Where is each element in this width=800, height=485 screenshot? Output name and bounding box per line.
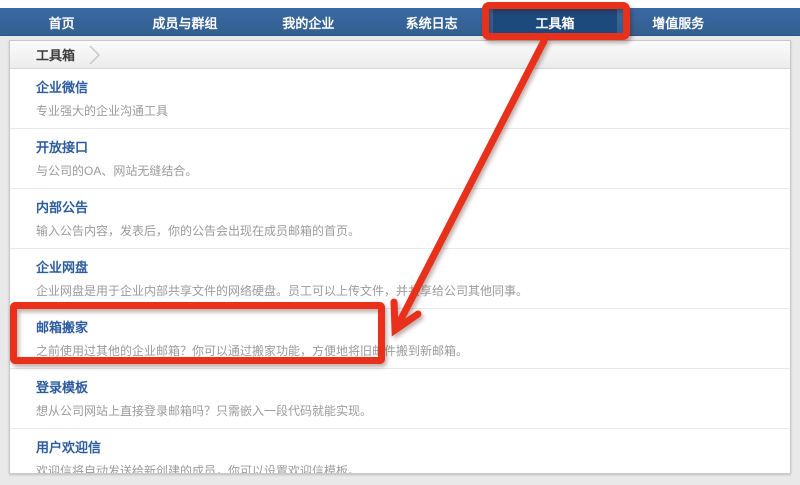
- tool-item-welcome-letter: 用户欢迎信 欢迎信将自动发送给新创建的成员，你可以设置欢迎信模板。: [10, 429, 790, 474]
- tool-desc: 想从公司网站上直接登录邮箱吗？只需嵌入一段代码就能实现。: [36, 404, 790, 418]
- nav-items-container: 首页 成员与群组 我的企业 系统日志 工具箱 增值服务: [0, 8, 740, 36]
- tool-link-login-template[interactable]: 登录模板: [36, 380, 88, 395]
- chevron-right-icon: [89, 45, 101, 65]
- tool-desc: 与公司的OA、网站无缝结合。: [36, 164, 790, 178]
- nav-item-toolbox[interactable]: 工具箱: [493, 8, 616, 36]
- nav-item-home[interactable]: 首页: [0, 8, 123, 36]
- tool-item-internal-announcement: 内部公告 输入公告内容，发表后，你的公告会出现在成员邮箱的首页。: [10, 189, 790, 249]
- tool-desc: 专业强大的企业沟通工具: [36, 104, 790, 118]
- breadcrumb: 工具箱: [10, 41, 790, 69]
- nav-item-system-logs[interactable]: 系统日志: [370, 8, 493, 36]
- tool-item-enterprise-netdisk: 企业网盘 企业网盘是用于企业内部共享文件的网络硬盘。员工可以上传文件，并共享给公…: [10, 249, 790, 309]
- main-nav: 首页 成员与群组 我的企业 系统日志 工具箱 增值服务: [0, 8, 800, 36]
- nav-item-value-added[interactable]: 增值服务: [617, 8, 740, 36]
- tool-link-enterprise-netdisk[interactable]: 企业网盘: [36, 260, 88, 275]
- tool-desc: 企业网盘是用于企业内部共享文件的网络硬盘。员工可以上传文件，并共享给公司其他同事…: [36, 284, 790, 298]
- tool-item-open-api: 开放接口 与公司的OA、网站无缝结合。: [10, 129, 790, 189]
- tool-desc: 之前使用过其他的企业邮箱？你可以通过搬家功能，方便地将旧邮件搬到新邮箱。: [36, 344, 790, 358]
- tool-link-internal-announcement[interactable]: 内部公告: [36, 200, 88, 215]
- tool-link-wechat-work[interactable]: 企业微信: [36, 80, 88, 95]
- tool-link-welcome-letter[interactable]: 用户欢迎信: [36, 440, 101, 455]
- tool-item-login-template: 登录模板 想从公司网站上直接登录邮箱吗？只需嵌入一段代码就能实现。: [10, 369, 790, 429]
- top-strip: [0, 0, 800, 8]
- content-card: 工具箱 企业微信 专业强大的企业沟通工具 开放接口 与公司的OA、网站无缝结合。…: [9, 40, 791, 474]
- tool-desc: 输入公告内容，发表后，你的公告会出现在成员邮箱的首页。: [36, 224, 790, 238]
- nav-item-my-enterprise[interactable]: 我的企业: [247, 8, 370, 36]
- breadcrumb-current: 工具箱: [36, 45, 75, 64]
- tool-link-open-api[interactable]: 开放接口: [36, 140, 88, 155]
- nav-item-members-groups[interactable]: 成员与群组: [123, 8, 246, 36]
- tool-desc: 欢迎信将自动发送给新创建的成员，你可以设置欢迎信模板。: [36, 464, 790, 474]
- tool-item-wechat-work: 企业微信 专业强大的企业沟通工具: [10, 69, 790, 129]
- tool-list: 企业微信 专业强大的企业沟通工具 开放接口 与公司的OA、网站无缝结合。 内部公…: [10, 69, 790, 474]
- tool-link-mailbox-migration[interactable]: 邮箱搬家: [36, 320, 88, 335]
- tool-item-mailbox-migration: 邮箱搬家 之前使用过其他的企业邮箱？你可以通过搬家功能，方便地将旧邮件搬到新邮箱…: [10, 309, 790, 369]
